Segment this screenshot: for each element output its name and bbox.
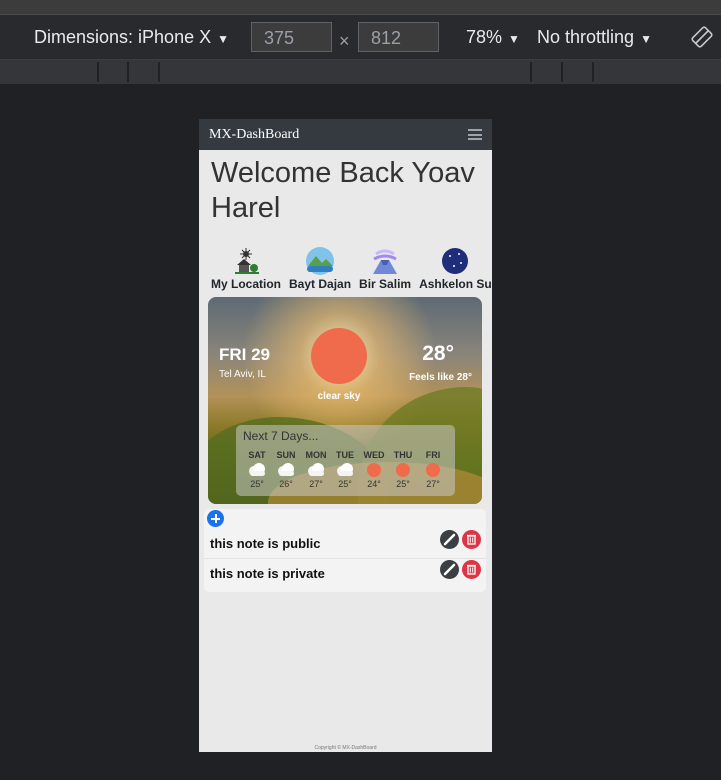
forecast-day: TUE 25° [331, 450, 359, 489]
forecast-day-label: FRI [425, 450, 441, 460]
feels-like: Feels like 28° [409, 372, 472, 383]
dimensions-dropdown[interactable]: Dimensions: iPhone X ▼ [34, 27, 229, 48]
sun-icon [311, 328, 367, 384]
width-input[interactable]: 375 [251, 22, 332, 52]
device-toolbar: Dimensions: iPhone X ▼ 375 × 812 78% ▼ No … [0, 15, 721, 60]
forecast-day: THU 25° [389, 450, 417, 489]
device-viewport: MX-DashBoard Welcome Back Yoav Harel My … [199, 119, 492, 752]
volcano-icon [370, 246, 400, 276]
zoom-dropdown[interactable]: 78% ▼ [466, 27, 520, 48]
pencil-icon [443, 563, 456, 576]
forecast-title: Next 7 Days... [243, 429, 319, 443]
weather-day: FRI 29 [219, 345, 271, 364]
location-item-my-location[interactable]: My Location [211, 246, 281, 291]
forecast-temp: 24° [367, 479, 381, 489]
delete-note-button[interactable] [462, 530, 481, 549]
cloudy-icon [302, 462, 330, 478]
weather-city: Tel Aviv, IL [219, 369, 266, 380]
times-sign: × [339, 31, 350, 51]
media-query-ruler [0, 60, 721, 84]
dimensions-label: Dimensions: iPhone X [34, 27, 212, 47]
forecast-day: FRI 27° [419, 450, 447, 489]
trash-icon [467, 534, 476, 545]
ruler-divider [158, 62, 160, 82]
edit-note-button[interactable] [440, 530, 459, 549]
forecast-temp: 25° [250, 479, 264, 489]
sun-icon [360, 462, 388, 478]
caret-down-icon: ▼ [640, 32, 652, 46]
delete-note-button[interactable] [462, 560, 481, 579]
forecast-temp: 25° [396, 479, 410, 489]
cloudy-icon [243, 462, 271, 478]
location-item-bayt-dajan[interactable]: Bayt Dajan [289, 246, 351, 291]
location-label: Ashkelon Su [419, 277, 492, 291]
forecast-day: WED 24° [360, 450, 388, 489]
forecast-day: SAT 25° [243, 450, 271, 489]
navbar: MX-DashBoard [199, 119, 492, 150]
pencil-icon [443, 533, 456, 546]
note-text: this note is private [210, 566, 325, 581]
ruler-divider [561, 62, 563, 82]
sun-icon [419, 462, 447, 478]
forecast-temp: 27° [426, 479, 440, 489]
location-item-ashkelon[interactable]: Ashkelon Su [419, 246, 492, 291]
forecast-temp: 25° [338, 479, 352, 489]
forecast-day: SUN 26° [272, 450, 300, 489]
forecast-day: MON 27° [302, 450, 330, 489]
rotate-icon[interactable] [690, 25, 714, 49]
add-note-button[interactable] [207, 510, 224, 527]
edit-note-button[interactable] [440, 560, 459, 579]
cloudy-icon [331, 462, 359, 478]
note-item: this note is private [204, 558, 486, 587]
cloudy-icon [272, 462, 300, 478]
location-label: My Location [211, 277, 282, 291]
location-house-icon [231, 246, 261, 276]
forecast-temp: 27° [309, 479, 323, 489]
weather-temperature: 28° [422, 342, 454, 365]
ruler-divider [127, 62, 129, 82]
ruler-divider [530, 62, 532, 82]
devtools-top-strip [0, 0, 721, 15]
caret-down-icon: ▼ [217, 32, 229, 46]
location-label: Bir Salim [359, 277, 412, 291]
ruler-divider [97, 62, 99, 82]
location-label: Bayt Dajan [289, 277, 352, 291]
forecast-temp: 26° [279, 479, 293, 489]
forecast-day-label: MON [305, 450, 327, 460]
location-item-bir-salim[interactable]: Bir Salim [359, 246, 411, 291]
lake-icon [305, 246, 335, 276]
throttling-value: No throttling [537, 27, 635, 47]
ruler-divider [592, 62, 594, 82]
caret-down-icon: ▼ [508, 32, 520, 46]
forecast-day-label: SUN [276, 450, 296, 460]
throttling-dropdown[interactable]: No throttling ▼ [537, 27, 652, 48]
trash-icon [467, 564, 476, 575]
hamburger-icon[interactable] [468, 129, 482, 140]
note-text: this note is public [210, 536, 321, 551]
forecast-day-label: WED [363, 450, 385, 460]
page-title: Welcome Back Yoav Harel [211, 157, 475, 224]
brand[interactable]: MX-DashBoard [209, 127, 299, 143]
night-icon [440, 246, 470, 276]
note-item: this note is public [204, 529, 486, 557]
location-list: My Location Bayt Dajan Bir Salim Ashkelo… [211, 246, 492, 291]
sun-icon [389, 462, 417, 478]
forecast-day-label: TUE [336, 450, 354, 460]
height-input[interactable]: 812 [358, 22, 439, 52]
weather-card: FRI 29 Tel Aviv, IL clear sky 28° Feels … [208, 297, 482, 504]
notes-panel: this note is public this note is private [204, 509, 486, 592]
forecast-day-label: SAT [248, 450, 266, 460]
zoom-value: 78% [466, 27, 503, 47]
weather-description: clear sky [317, 391, 361, 402]
forecast-day-label: THU [393, 450, 413, 460]
forecast-panel: Next 7 Days... SAT 25° SUN 26° MON 27° TUE 25° W… [236, 425, 455, 496]
footer-copyright: Copyright © MX-DashBoard [314, 745, 377, 751]
